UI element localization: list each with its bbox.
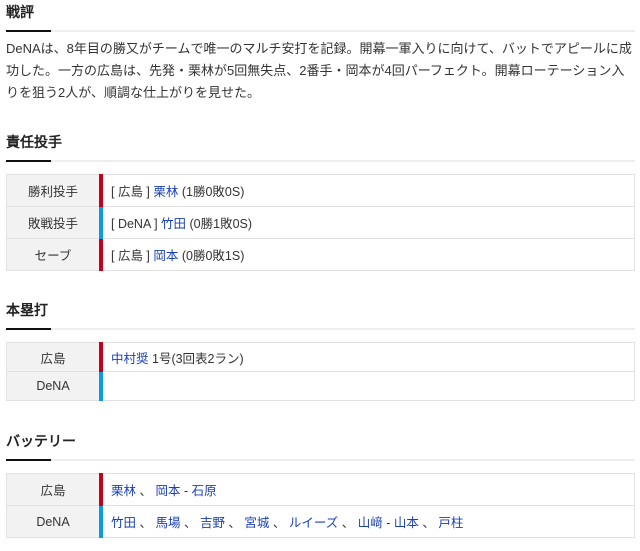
- player-link[interactable]: 栗林: [153, 185, 178, 199]
- separator: 、: [136, 484, 156, 498]
- separator: 、: [269, 516, 289, 530]
- review-text: DeNAは、8年目の勝又がチームで唯一のマルチ安打を記録。開幕一軍入りに向けて、…: [6, 41, 632, 100]
- row-value: 竹田 、 馬場 、 吉野 、 宮城 、 ルイーズ 、 山﨑 - 山本 、 戸柱: [99, 505, 635, 538]
- separator: -: [180, 484, 192, 498]
- row-value: [ 広島 ] 栗林 (1勝0敗0S): [99, 174, 635, 207]
- player-link[interactable]: 戸柱: [438, 516, 463, 530]
- row-label: 敗戦投手: [6, 206, 102, 239]
- battery-section: バッテリー 広島 栗林 、 岡本 - 石原 DeNA 竹田 、 馬場 、 吉野 、 宮…: [6, 429, 635, 538]
- player-link[interactable]: 宮城: [244, 516, 269, 530]
- row-label: DeNA: [6, 505, 102, 538]
- team-name: [ 広島 ]: [111, 185, 154, 199]
- row-label: 勝利投手: [6, 174, 102, 207]
- row-label: 広島: [6, 342, 102, 372]
- table-row: 広島 栗林 、 岡本 - 石原: [6, 473, 635, 506]
- separator: 、: [180, 516, 200, 530]
- table-row: DeNA: [6, 371, 635, 401]
- player-link[interactable]: 岡本: [153, 249, 178, 263]
- separator: 、: [418, 516, 439, 530]
- table-row: 勝利投手[ 広島 ] 栗林 (1勝0敗0S): [6, 174, 635, 207]
- battery-heading: バッテリー: [6, 429, 635, 461]
- review-section: 戦評 DeNAは、8年目の勝又がチームで唯一のマルチ安打を記録。開幕一軍入りに向…: [6, 0, 635, 104]
- player-link[interactable]: ルイーズ: [289, 516, 338, 530]
- pitchers-section: 責任投手 勝利投手[ 広島 ] 栗林 (1勝0敗0S) 敗戦投手[ DeNA ] …: [6, 130, 635, 271]
- row-value: 栗林 、 岡本 - 石原: [99, 473, 635, 506]
- table-row: 敗戦投手[ DeNA ] 竹田 (0勝1敗0S): [6, 206, 635, 239]
- pitchers-heading: 責任投手: [6, 130, 635, 162]
- row-value: [99, 371, 635, 401]
- table-row: DeNA 竹田 、 馬場 、 吉野 、 宮城 、 ルイーズ 、 山﨑 - 山本 、…: [6, 505, 635, 538]
- homeruns-section: 本塁打 広島 中村奨 1号(3回表2ラン) DeNA: [6, 298, 635, 401]
- row-label: DeNA: [6, 371, 102, 401]
- pitchers-table: 勝利投手[ 広島 ] 栗林 (1勝0敗0S) 敗戦投手[ DeNA ] 竹田 (0…: [6, 174, 635, 271]
- row-label: 広島: [6, 473, 102, 506]
- table-row: 広島 中村奨 1号(3回表2ラン): [6, 342, 635, 372]
- player-link[interactable]: 岡本: [155, 484, 180, 498]
- homerun-detail: 1号(3回表2ラン): [148, 351, 244, 366]
- separator: 、: [338, 516, 358, 530]
- player-link[interactable]: 栗林: [111, 484, 136, 498]
- player-link[interactable]: 竹田: [161, 217, 186, 231]
- player-link[interactable]: 石原: [192, 484, 217, 498]
- table-row: セーブ[ 広島 ] 岡本 (0勝0敗1S): [6, 238, 635, 271]
- pitcher-record: (0勝0敗1S): [178, 249, 245, 263]
- row-label: セーブ: [6, 238, 102, 271]
- player-link[interactable]: 中村奨: [111, 352, 149, 366]
- row-value: 中村奨 1号(3回表2ラン): [99, 342, 635, 372]
- team-name: [ DeNA ]: [111, 217, 162, 231]
- homeruns-table: 広島 中村奨 1号(3回表2ラン) DeNA: [6, 342, 635, 401]
- pitcher-record: (1勝0敗0S): [178, 185, 245, 199]
- row-value: [ DeNA ] 竹田 (0勝1敗0S): [99, 206, 635, 239]
- review-heading: 戦評: [6, 0, 635, 32]
- team-name: [ 広島 ]: [111, 249, 154, 263]
- player-link[interactable]: 竹田: [111, 516, 136, 530]
- separator: 、: [224, 516, 245, 530]
- separator: -: [382, 516, 394, 530]
- player-link[interactable]: 山﨑: [358, 516, 383, 530]
- battery-table: 広島 栗林 、 岡本 - 石原 DeNA 竹田 、 馬場 、 吉野 、 宮城 、 ルイ…: [6, 473, 635, 538]
- row-value: [ 広島 ] 岡本 (0勝0敗1S): [99, 238, 635, 271]
- player-link[interactable]: 吉野: [200, 516, 225, 530]
- player-link[interactable]: 馬場: [155, 516, 180, 530]
- separator: 、: [136, 516, 156, 530]
- player-link[interactable]: 山本: [394, 516, 419, 530]
- pitcher-record: (0勝1敗0S): [186, 217, 253, 231]
- homeruns-heading: 本塁打: [6, 298, 635, 330]
